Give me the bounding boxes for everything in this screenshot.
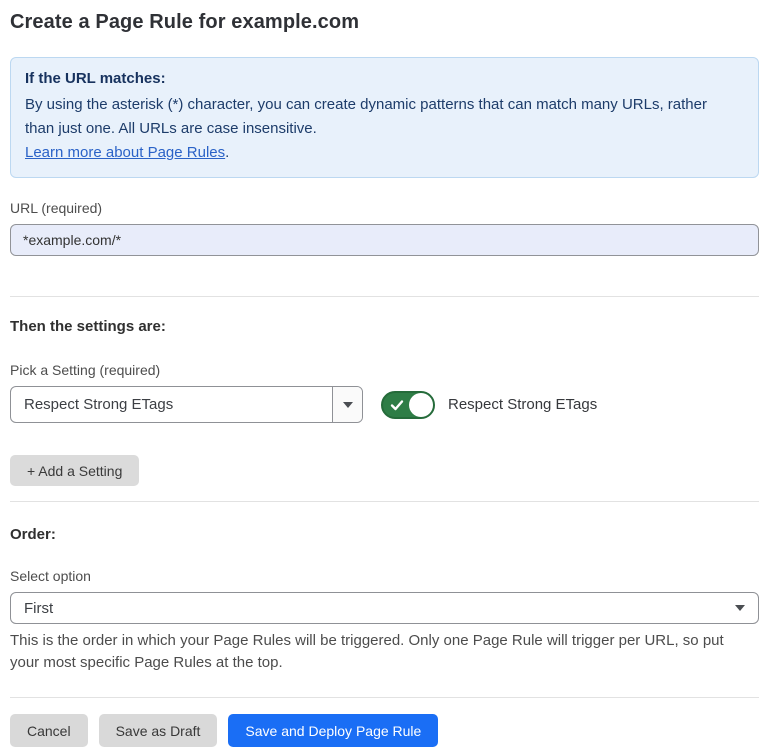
section-divider	[10, 501, 759, 502]
footer-actions: Cancel Save as Draft Save and Deploy Pag…	[10, 714, 759, 747]
etag-toggle-label: Respect Strong ETags	[448, 396, 597, 413]
check-icon	[390, 398, 404, 412]
info-box-body: By using the asterisk (*) character, you…	[25, 93, 725, 165]
section-divider	[10, 296, 759, 297]
create-page-rule-form: Create a Page Rule for example.com If th…	[0, 11, 769, 747]
save-as-draft-button[interactable]: Save as Draft	[99, 714, 218, 747]
pick-setting-label: Pick a Setting (required)	[10, 362, 759, 378]
url-match-info-box: If the URL matches: By using the asteris…	[10, 57, 759, 178]
url-field-label: URL (required)	[10, 200, 759, 216]
order-section-heading: Order:	[10, 526, 759, 543]
etag-toggle-group: Respect Strong ETags	[381, 391, 597, 419]
info-box-heading: If the URL matches:	[25, 67, 744, 91]
learn-more-link[interactable]: Learn more about Page Rules	[25, 144, 225, 161]
cancel-button[interactable]: Cancel	[10, 714, 88, 747]
chevron-down-icon	[343, 402, 353, 408]
url-input[interactable]	[10, 224, 759, 256]
settings-section-heading: Then the settings are:	[10, 318, 759, 335]
learn-more-link-suffix: .	[225, 144, 229, 161]
info-box-body-text: By using the asterisk (*) character, you…	[25, 96, 707, 137]
etag-toggle[interactable]	[381, 391, 435, 419]
setting-select-arrow-button[interactable]	[332, 387, 362, 422]
setting-row: Respect Strong ETags Respect Strong ETag…	[10, 386, 759, 423]
order-help-text: This is the order in which your Page Rul…	[10, 630, 755, 674]
setting-select-value: Respect Strong ETags	[11, 387, 332, 422]
setting-select[interactable]: Respect Strong ETags	[10, 386, 363, 423]
page-title: Create a Page Rule for example.com	[10, 11, 759, 34]
toggle-knob	[409, 393, 433, 417]
chevron-down-icon	[735, 605, 745, 611]
add-setting-button[interactable]: + Add a Setting	[10, 455, 139, 486]
order-select-value: First	[24, 600, 53, 617]
order-select-label: Select option	[10, 568, 759, 584]
section-divider	[10, 697, 759, 698]
order-select[interactable]: First	[10, 592, 759, 624]
save-and-deploy-button[interactable]: Save and Deploy Page Rule	[228, 714, 438, 747]
